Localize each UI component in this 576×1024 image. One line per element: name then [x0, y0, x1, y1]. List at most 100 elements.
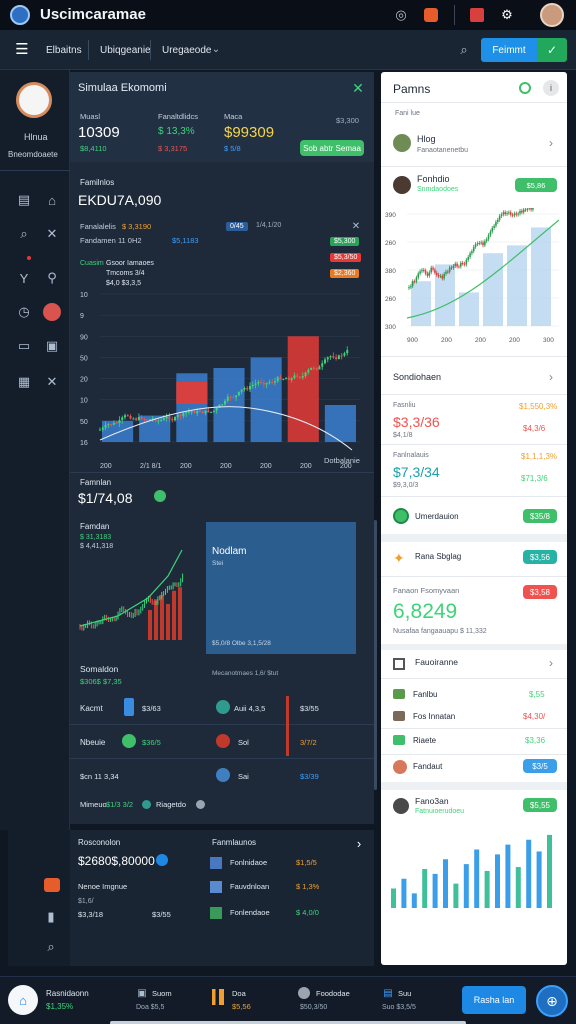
profile-avatar[interactable] — [16, 82, 52, 118]
status-badge[interactable]: $5,86 — [515, 178, 557, 192]
candle-body — [530, 208, 532, 210]
shield-icon[interactable] — [424, 8, 438, 22]
bar-icon[interactable] — [212, 989, 224, 1005]
preview-card[interactable]: Nodlam Stei $5,0/8 Olbe 3,1,5/28 — [206, 522, 356, 654]
search-icon[interactable]: ⌕ — [42, 938, 60, 956]
user-avatar[interactable] — [540, 3, 564, 27]
tools-icon[interactable]: ✕ — [42, 224, 62, 244]
list-item[interactable]: Fandaut $3/5 — [381, 758, 567, 776]
info-dot — [196, 800, 205, 809]
notification-icon[interactable] — [470, 8, 484, 22]
globe-icon[interactable] — [298, 987, 310, 999]
folder-icon[interactable]: ▭ — [14, 336, 34, 356]
holding-row[interactable]: Nbeuie $36/5 Sol 3/7/2 — [70, 730, 374, 754]
list-item[interactable]: Hlog Fanaotanenetbu › — [381, 128, 567, 162]
x-tick-label: 200 — [180, 463, 192, 470]
chevron-right-icon[interactable]: › — [352, 836, 366, 851]
bottom-panel: ▮ ⌕ Rosconolon $2680$,80000 Nenoe Imgnue… — [8, 830, 374, 966]
mini-chart-plot — [79, 549, 184, 640]
candle-body — [467, 257, 469, 260]
search-icon[interactable]: ⌕ — [452, 38, 476, 62]
item-badge[interactable]: $3/5 — [523, 759, 557, 773]
home-icon[interactable]: ⌂ — [42, 190, 62, 210]
list-item[interactable]: Fauvdnloan $ 1,3% — [210, 880, 370, 896]
divider — [70, 724, 374, 725]
list-item[interactable]: Fonlendaoe $ 4,0/0 — [210, 906, 370, 922]
candle-body — [293, 375, 296, 379]
footer-primary-button[interactable]: Rasha lan — [462, 986, 526, 1014]
menu-icon[interactable]: ☰ — [12, 39, 32, 59]
refresh-icon[interactable] — [519, 82, 531, 94]
x-tick-label: 2/1 8/1 — [140, 463, 162, 470]
primary-button[interactable]: Feimmt — [481, 38, 537, 62]
item-val: $3,36 — [525, 736, 546, 745]
info-icon[interactable]: i — [543, 80, 559, 96]
nav-dropdown-1[interactable]: Elbaitns — [38, 37, 90, 63]
list-item[interactable]: Fonhdio Snmdaodoes $5,86 — [381, 170, 567, 204]
nav-dropdown-2[interactable]: Ubiqgeanie — [92, 37, 159, 63]
candle-body — [268, 382, 271, 384]
document-icon[interactable]: ▮ — [42, 908, 60, 926]
filter-icon[interactable]: Y — [14, 268, 34, 288]
divider — [70, 758, 374, 759]
bar — [507, 245, 527, 326]
close-icon[interactable]: ✕ — [350, 80, 366, 96]
holding-left-val: $36/5 — [142, 738, 161, 747]
card-badge[interactable]: $5,55 — [523, 798, 557, 812]
candle-body — [210, 411, 213, 413]
camera-icon[interactable]: ▣ — [42, 336, 62, 356]
home-icon[interactable]: ⌂ — [8, 985, 38, 1015]
chevron-down-icon[interactable]: ⌄ — [208, 40, 224, 58]
y-tick-label: 10 — [80, 398, 88, 405]
main-chart-label: Familnlos — [80, 178, 115, 187]
close-icon[interactable]: ✕ — [350, 220, 362, 232]
candle-body — [324, 359, 326, 364]
summary-action-button[interactable]: Sob abtr Semaa — [300, 140, 364, 156]
big-badge[interactable]: $3,58 — [523, 585, 557, 599]
candle-body — [129, 415, 132, 419]
promo-badge[interactable]: $3,56 — [523, 550, 557, 564]
candle-body — [441, 275, 444, 279]
legend-chip-2[interactable]: 1/4,1/20 — [256, 222, 281, 229]
list-item[interactable]: Fos Innatan $4,30/ — [381, 708, 567, 726]
candle-body — [408, 287, 410, 289]
candle-body — [301, 376, 304, 378]
chevron-right-icon[interactable]: › — [549, 656, 553, 670]
clock-icon[interactable]: ◷ — [14, 302, 34, 322]
card-icon[interactable]: ▣ — [136, 987, 148, 999]
search-icon[interactable]: ⌕ — [14, 224, 34, 244]
candle-body — [445, 271, 447, 274]
candle-body — [448, 267, 451, 272]
chart-icon[interactable]: ▦ — [14, 372, 34, 392]
doc-icon[interactable]: ▤ — [382, 987, 394, 999]
globe-button[interactable]: ⊕ — [536, 985, 568, 1017]
y-tick-label: 260 — [385, 296, 396, 303]
holding-row[interactable]: $cn 11 3,34 Sai $3/39 — [70, 764, 374, 788]
legend-chip-1[interactable]: 0/45 — [226, 222, 248, 231]
scrollbar[interactable] — [374, 520, 377, 790]
list-item[interactable]: Fonlnidaoe $1,5/5 — [210, 856, 370, 872]
avatar — [393, 176, 411, 194]
pill-badge[interactable]: $35/8 — [523, 509, 557, 523]
candle-body — [450, 267, 453, 269]
candle-body — [193, 411, 196, 414]
status-icon[interactable] — [43, 303, 61, 321]
list-item[interactable]: Riaete $3,36 — [381, 732, 567, 750]
list-item[interactable]: Fanlbu $,55 — [381, 686, 567, 704]
pin-icon[interactable]: ⚲ — [42, 268, 62, 288]
holding-row[interactable]: Kacmt $3/63 Auii 4,3,5 $3/55 — [70, 696, 374, 720]
check-button[interactable]: ✓ — [537, 38, 567, 62]
candle-body — [335, 357, 338, 359]
candle-body — [274, 381, 276, 383]
record-icon[interactable]: ◎ — [392, 6, 410, 24]
candle-body — [112, 422, 115, 425]
gear-icon[interactable]: ⚙ — [498, 6, 516, 24]
book-icon[interactable]: ▤ — [14, 190, 34, 210]
chevron-right-icon[interactable]: › — [549, 136, 553, 150]
fire-icon[interactable] — [44, 878, 60, 892]
candle-body — [229, 396, 232, 398]
app-avatar[interactable] — [10, 5, 30, 25]
close-icon[interactable]: ✕ — [42, 372, 62, 392]
chevron-right-icon[interactable]: › — [549, 370, 553, 384]
big-value: 6,8249 — [393, 600, 458, 623]
